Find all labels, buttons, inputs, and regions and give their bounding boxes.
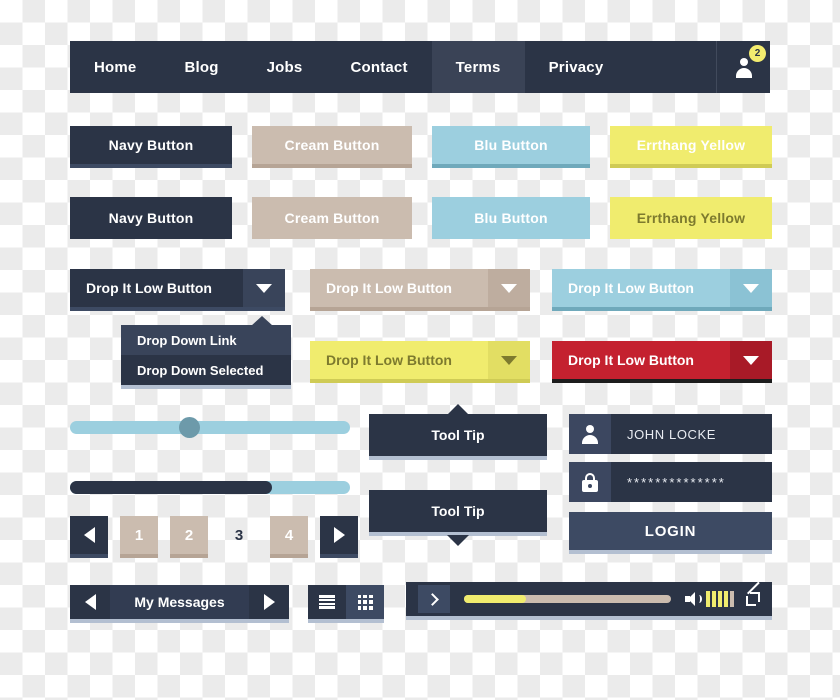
messages-next-button[interactable] [249,585,289,619]
navbar-avatar-button[interactable]: 2 [716,41,770,93]
dropdown-yellow-toggle[interactable] [488,341,530,379]
volume-bar [724,591,728,607]
notification-badge: 2 [749,45,766,62]
dropdown-button-navy[interactable]: Drop It Low Button [70,269,285,311]
dropdown-menu-pointer [251,316,273,326]
grid-view-button[interactable] [346,585,384,619]
nav-item-privacy[interactable]: Privacy [525,41,628,93]
triangle-right-icon [263,594,275,610]
yellow-button-bordered[interactable]: Errthang Yellow [610,126,772,168]
navbar-spacer [627,41,716,93]
tooltip-down-label: Tool Tip [431,503,485,519]
pagination: 1 2 3 4 [70,516,358,558]
list-view-icon [319,595,335,609]
navy-button-flat[interactable]: Navy Button [70,197,232,239]
username-field[interactable]: JOHN LOCKE [569,414,772,454]
player-progress-bar[interactable] [464,595,671,603]
triangle-right-icon [333,527,345,543]
dropdown-navy-toggle[interactable] [243,269,285,307]
triangle-left-icon [83,527,95,543]
cream-button-bordered[interactable]: Cream Button [252,126,412,168]
dropdown-button-red[interactable]: Drop It Low Button [552,341,772,383]
blue-button-bordered[interactable]: Blu Button [432,126,590,168]
progress-slider-fill [70,481,272,494]
password-input[interactable]: ************** [611,462,772,502]
nav-item-terms[interactable]: Terms [431,41,525,93]
username-icon-cell [569,414,611,454]
tooltip-pointer-down-icon [447,535,469,546]
pagination-page-4[interactable]: 4 [270,516,308,558]
dropdown-red-toggle[interactable] [730,341,772,379]
tooltip-arrow-down: Tool Tip [369,490,547,546]
ui-kit-canvas: Home Blog Jobs Contact Terms Privacy 2 N… [0,0,840,700]
volume-bar [706,591,710,607]
nav-item-blog[interactable]: Blog [160,41,242,93]
user-icon [582,425,598,444]
dropdown-button-blue[interactable]: Drop It Low Button [552,269,772,311]
username-input[interactable]: JOHN LOCKE [611,414,772,454]
navbar: Home Blog Jobs Contact Terms Privacy 2 [70,41,770,93]
volume-level-bars[interactable] [706,591,734,607]
dropdown-button-cream[interactable]: Drop It Low Button [310,269,530,311]
password-field[interactable]: ************** [569,462,772,502]
pagination-page-2[interactable]: 2 [170,516,208,558]
chevron-down-icon [743,355,759,365]
dropdown-blue-label: Drop It Low Button [552,269,730,307]
yellow-button-flat[interactable]: Errthang Yellow [610,197,772,239]
dropdown-menu-item-selected[interactable]: Drop Down Selected [121,355,291,385]
password-icon-cell [569,462,611,502]
pagination-prev-button[interactable] [70,516,108,558]
dropdown-menu-item-link[interactable]: Drop Down Link [121,325,291,355]
pagination-page-1[interactable]: 1 [120,516,158,558]
dropdown-menu-bottom-border [121,385,291,389]
navy-button-bordered[interactable]: Navy Button [70,126,232,168]
chevron-down-icon [501,355,517,365]
media-player [406,581,772,620]
user-icon [735,57,753,78]
slider-with-handle[interactable] [70,417,350,438]
pagination-next-button[interactable] [320,516,358,558]
triangle-left-icon [84,594,96,610]
volume-bar [712,591,716,607]
messages-bar: My Messages [70,585,289,623]
messages-title: My Messages [110,585,249,619]
grid-view-icon [357,594,373,610]
progress-slider[interactable] [70,481,350,494]
nav-item-home[interactable]: Home [70,41,160,93]
dropdown-red-label: Drop It Low Button [552,341,730,379]
speaker-icon[interactable] [685,592,702,606]
play-button[interactable] [418,585,450,613]
dropdown-navy-label: Drop It Low Button [70,269,243,307]
volume-bar [718,591,722,607]
volume-bar [730,591,734,607]
tooltip-up-label: Tool Tip [431,427,485,443]
nav-item-contact[interactable]: Contact [326,41,431,93]
fullscreen-icon[interactable] [746,581,760,606]
player-progress-fill [464,595,527,603]
slider-handle[interactable] [179,417,201,438]
view-toggle [308,585,384,623]
cream-button-flat[interactable]: Cream Button [252,197,412,239]
dropdown-yellow-label: Drop It Low Button [310,341,488,379]
list-view-button[interactable] [308,585,346,619]
chevron-down-icon [501,283,517,293]
dropdown-cream-toggle[interactable] [488,269,530,307]
dropdown-cream-label: Drop It Low Button [310,269,488,307]
blue-button-flat[interactable]: Blu Button [432,197,590,239]
play-chevron-icon [426,592,439,606]
messages-prev-button[interactable] [70,585,110,619]
dropdown-button-yellow[interactable]: Drop It Low Button [310,341,530,383]
dropdown-menu: Drop Down Link Drop Down Selected [121,316,291,389]
chevron-down-icon [256,283,272,293]
pagination-page-3-current[interactable]: 3 [220,516,258,554]
dropdown-blue-toggle[interactable] [730,269,772,307]
nav-item-jobs[interactable]: Jobs [243,41,327,93]
login-button[interactable]: LOGIN [569,512,772,554]
tooltip-arrow-up: Tool Tip [369,404,547,460]
chevron-down-icon [743,283,759,293]
lock-icon [581,472,599,492]
tooltip-pointer-up-icon [447,404,469,415]
